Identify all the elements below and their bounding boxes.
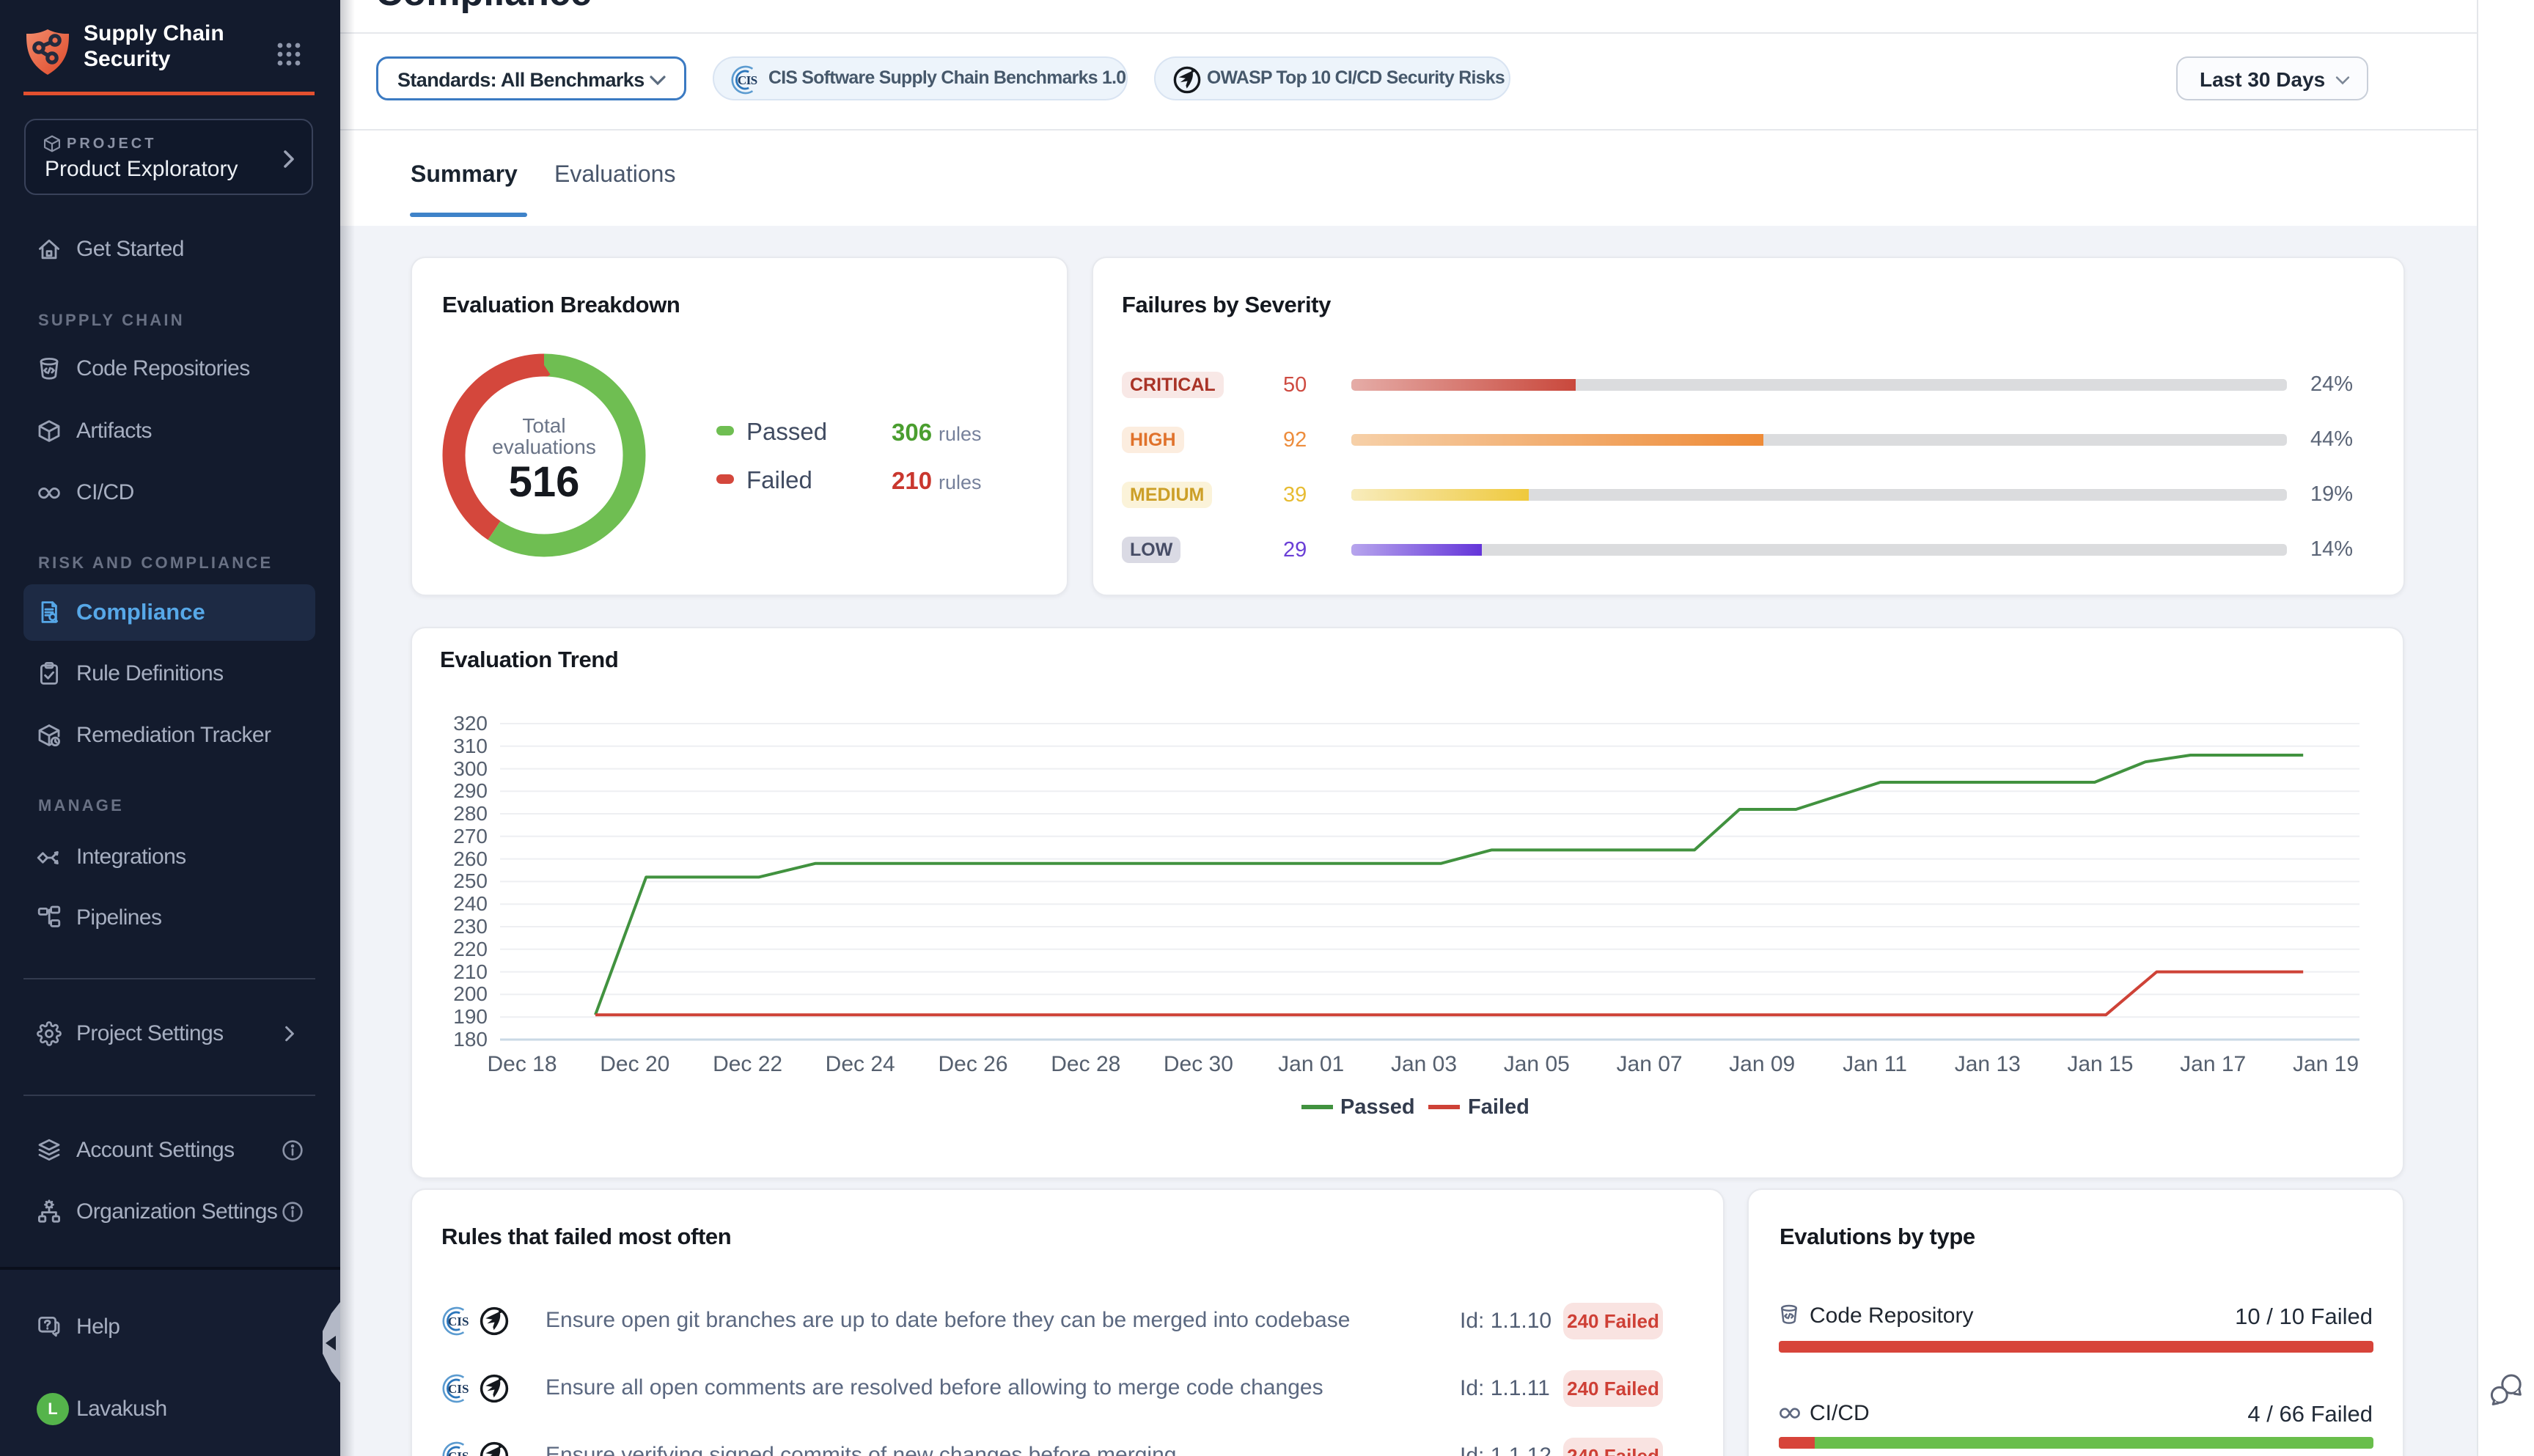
svg-text:CIS: CIS bbox=[448, 1382, 469, 1396]
svg-text:CIS: CIS bbox=[448, 1315, 469, 1328]
svg-text:CIS: CIS bbox=[448, 1449, 469, 1456]
